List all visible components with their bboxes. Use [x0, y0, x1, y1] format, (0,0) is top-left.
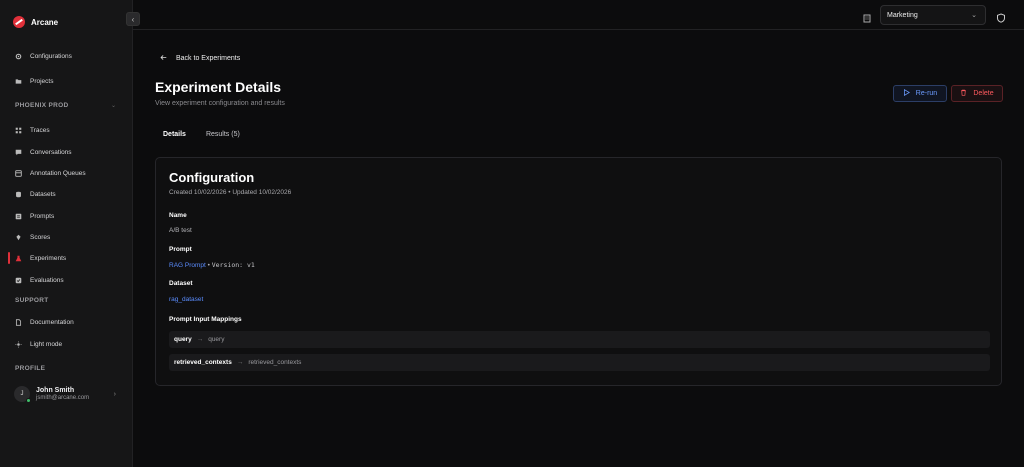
sidebar-item-projects[interactable]: Projects — [0, 72, 133, 90]
evaluations-icon — [15, 277, 22, 284]
rerun-button[interactable]: Re-run — [893, 85, 947, 102]
sidebar-item-datasets[interactable]: Datasets — [0, 185, 133, 203]
database-icon — [15, 191, 22, 198]
sidebar-item-label: Datasets — [30, 190, 56, 198]
sidebar-item-annotation-queues[interactable]: Annotation Queues — [0, 164, 133, 182]
sidebar-item-label: Prompts — [30, 212, 55, 220]
section-label-support: SUPPORT — [15, 297, 49, 304]
profile-email: jsmith@arcane.com — [36, 395, 90, 401]
chevron-down-icon[interactable]: ⌄ — [111, 102, 116, 109]
sidebar-item-label: Projects — [30, 77, 54, 85]
chevron-right-icon: › — [113, 391, 116, 398]
sidebar-item-traces[interactable]: Traces — [0, 121, 133, 139]
flask-icon — [15, 255, 22, 262]
arrow-left-icon — [160, 54, 167, 63]
dataset-label: Dataset — [169, 280, 193, 287]
app-root: Arcane Configurations Projects PHOENIX P… — [0, 0, 1024, 467]
prompt-label: Prompt — [169, 246, 192, 253]
sidebar-item-label: Evaluations — [30, 276, 64, 284]
building-icon — [862, 10, 872, 23]
queue-icon — [15, 169, 22, 177]
folder-icon — [15, 78, 22, 85]
sidebar-item-documentation[interactable]: Documentation — [0, 313, 133, 331]
profile-name: John Smith — [36, 387, 75, 394]
back-to-experiments-link[interactable]: Back to Experiments — [160, 54, 240, 63]
sidebar-item-label: Scores — [30, 233, 51, 241]
arrow-right-icon: → — [196, 336, 204, 343]
name-label: Name — [169, 212, 187, 219]
sidebar-item-label: Documentation — [30, 318, 74, 326]
prompt-separator: • — [207, 262, 210, 269]
sidebar-item-label: Experiments — [30, 254, 67, 262]
prompt-value: RAG Prompt • Version: v1 — [169, 261, 255, 269]
avatar-initial: J — [20, 391, 24, 397]
tab-bar: Details Results (5) — [155, 125, 248, 143]
sidebar-item-label: Conversations — [30, 148, 72, 156]
mapping-value: retrieved_contexts — [248, 359, 302, 366]
brand-name: Arcane — [31, 17, 59, 27]
workspace-select-value: Marketing — [887, 11, 918, 19]
profile-menu[interactable]: J John Smith jsmith@arcane.com › — [14, 386, 124, 403]
prompt-icon — [15, 213, 22, 220]
grid-icon — [15, 127, 22, 134]
back-link-label: Back to Experiments — [176, 55, 241, 62]
delete-label: Delete — [973, 90, 994, 97]
collapse-sidebar-button[interactable]: ‹ — [126, 12, 140, 26]
configuration-card: Configuration Created 10/02/2026 • Updat… — [155, 157, 1002, 386]
card-title: Configuration — [169, 170, 255, 185]
sidebar-item-scores[interactable]: Scores — [0, 228, 133, 246]
brand[interactable]: Arcane — [13, 16, 58, 28]
prompt-link[interactable]: RAG Prompt — [169, 262, 206, 269]
topbar: Marketing ⌄ — [133, 0, 1024, 30]
mapping-key: retrieved_contexts — [174, 359, 232, 366]
sidebar: Arcane Configurations Projects PHOENIX P… — [0, 0, 133, 467]
sun-icon — [15, 340, 22, 348]
sidebar-item-label: Configurations — [30, 52, 72, 60]
page-title: Experiment Details — [155, 79, 282, 95]
page-subtitle: View experiment configuration and result… — [155, 100, 285, 107]
avatar: J — [14, 386, 31, 403]
arrow-right-icon: → — [236, 359, 244, 366]
card-meta: Created 10/02/2026 • Updated 10/02/2026 — [169, 189, 292, 196]
workspace-select[interactable]: Marketing ⌄ — [880, 5, 986, 25]
tab-results[interactable]: Results (5) — [198, 125, 248, 143]
mapping-row: retrieved_contexts → retrieved_contexts — [169, 354, 990, 371]
sidebar-item-label: Light mode — [30, 340, 63, 348]
dataset-value: rag_dataset — [169, 296, 203, 303]
document-icon — [15, 318, 22, 326]
chat-icon — [15, 149, 22, 156]
sidebar-item-experiments[interactable]: Experiments — [0, 249, 133, 267]
sidebar-item-label: Annotation Queues — [30, 169, 86, 177]
sidebar-item-prompts[interactable]: Prompts — [0, 207, 133, 225]
mapping-row: query → query — [169, 331, 990, 348]
sidebar-item-configurations[interactable]: Configurations — [0, 47, 133, 65]
tab-details[interactable]: Details — [155, 125, 194, 143]
mapping-key: query — [174, 336, 192, 343]
rerun-label: Re-run — [915, 90, 938, 97]
delete-button[interactable]: Delete — [951, 85, 1003, 102]
scores-icon — [15, 234, 22, 241]
mappings-label: Prompt Input Mappings — [169, 316, 242, 323]
sidebar-item-conversations[interactable]: Conversations — [0, 143, 133, 161]
gear-icon — [15, 53, 22, 60]
shield-icon[interactable] — [996, 10, 1006, 23]
chevron-down-icon: ⌄ — [971, 12, 977, 19]
online-status-dot — [26, 398, 31, 403]
mapping-value: query — [208, 336, 225, 343]
section-label-project[interactable]: PHOENIX PROD — [15, 102, 68, 109]
trash-icon — [960, 89, 967, 98]
play-icon — [903, 89, 910, 98]
prompt-version: Version: v1 — [211, 261, 255, 269]
sidebar-item-label: Traces — [30, 126, 50, 134]
sidebar-item-light-mode[interactable]: Light mode — [0, 335, 133, 353]
sidebar-item-evaluations[interactable]: Evaluations — [0, 271, 133, 289]
arcane-logo-icon — [13, 16, 25, 28]
name-value: A/B test — [169, 227, 192, 234]
section-label-profile: PROFILE — [15, 365, 46, 372]
dataset-link[interactable]: rag_dataset — [169, 296, 203, 303]
